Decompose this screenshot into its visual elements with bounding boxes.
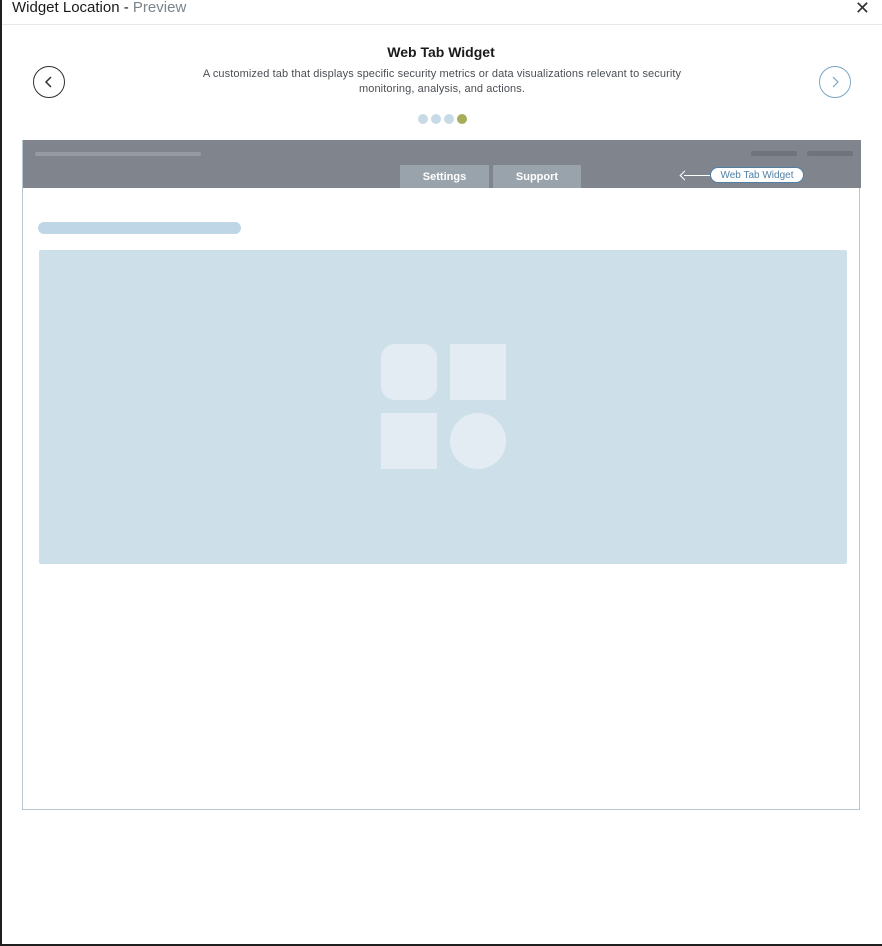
- widget-content-panel: [39, 250, 847, 564]
- content-title-placeholder: [38, 222, 241, 234]
- carousel-dot-2[interactable]: [431, 114, 441, 124]
- widget-preview-frame: Settings Support Web Tab Widget: [22, 140, 861, 810]
- topbar-placeholder: [751, 151, 797, 156]
- preview-topbar: Settings Support Web Tab Widget: [23, 140, 861, 188]
- dialog-title-main: Widget Location: [12, 0, 120, 16]
- placeholder-shape-square: [450, 344, 506, 400]
- placeholder-shape-rounded-square: [381, 344, 437, 400]
- carousel-dot-3[interactable]: [444, 114, 454, 124]
- arrow-left-icon: [679, 170, 690, 181]
- dialog-title: Widget Location - Preview: [12, 0, 186, 16]
- tab-support[interactable]: Support: [493, 165, 581, 188]
- placeholder-shape-circle: [450, 413, 506, 469]
- chevron-left-icon: [44, 76, 52, 88]
- chevron-right-icon: [832, 76, 839, 88]
- topbar-placeholder: [807, 151, 853, 156]
- carousel-pagination: [418, 114, 467, 124]
- tab-settings[interactable]: Settings: [400, 165, 489, 188]
- dialog-left-border: [0, 0, 2, 946]
- carousel-dot-4[interactable]: [457, 114, 467, 124]
- carousel-dot-1[interactable]: [418, 114, 428, 124]
- carousel-description: A customized tab that displays specific …: [202, 68, 682, 95]
- dialog-header: Widget Location - Preview ✕: [2, 0, 882, 25]
- carousel-prev-button[interactable]: [33, 66, 65, 98]
- placeholder-shape-square: [381, 413, 437, 469]
- carousel-next-button[interactable]: [819, 66, 851, 98]
- close-icon[interactable]: ✕: [855, 0, 870, 17]
- carousel-title: Web Tab Widget: [387, 44, 495, 60]
- dialog-title-separator: -: [119, 0, 133, 16]
- topbar-placeholder: [35, 152, 201, 156]
- web-tab-widget-callout: Web Tab Widget: [710, 167, 804, 183]
- dialog-title-subtitle: Preview: [132, 0, 187, 16]
